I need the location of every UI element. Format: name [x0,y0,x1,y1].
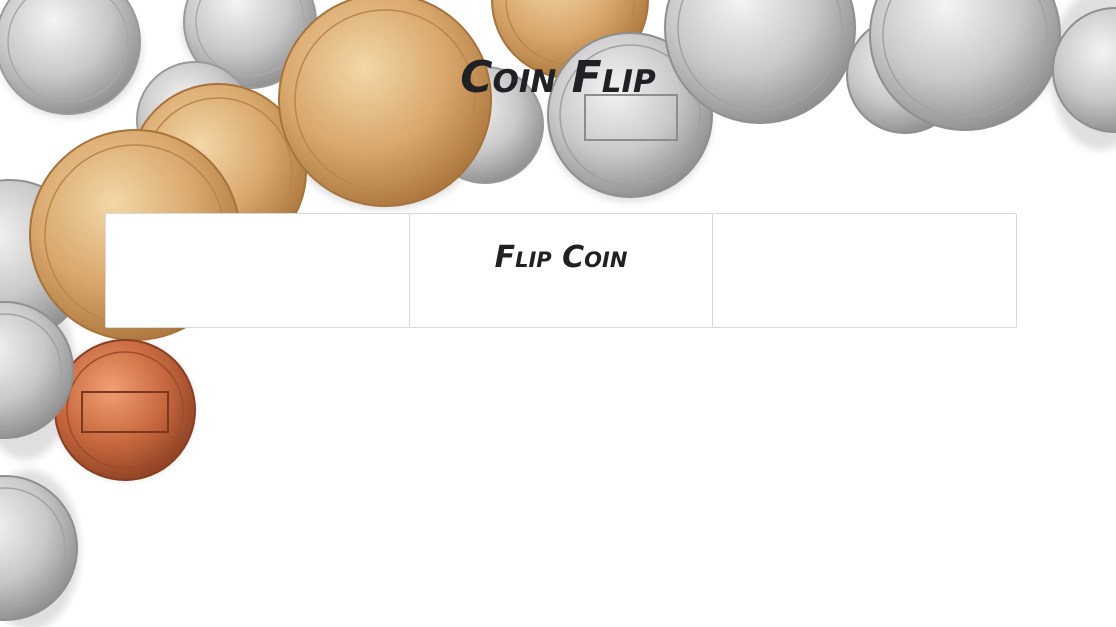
left-result-panel [105,213,410,328]
flip-coin-button[interactable]: Flip Coin [489,240,634,275]
right-result-panel [712,213,1018,328]
flip-panel: Flip Coin [408,213,714,328]
coin-panels: Flip Coin [105,213,1018,328]
page-title: Coin Flip [460,52,656,103]
